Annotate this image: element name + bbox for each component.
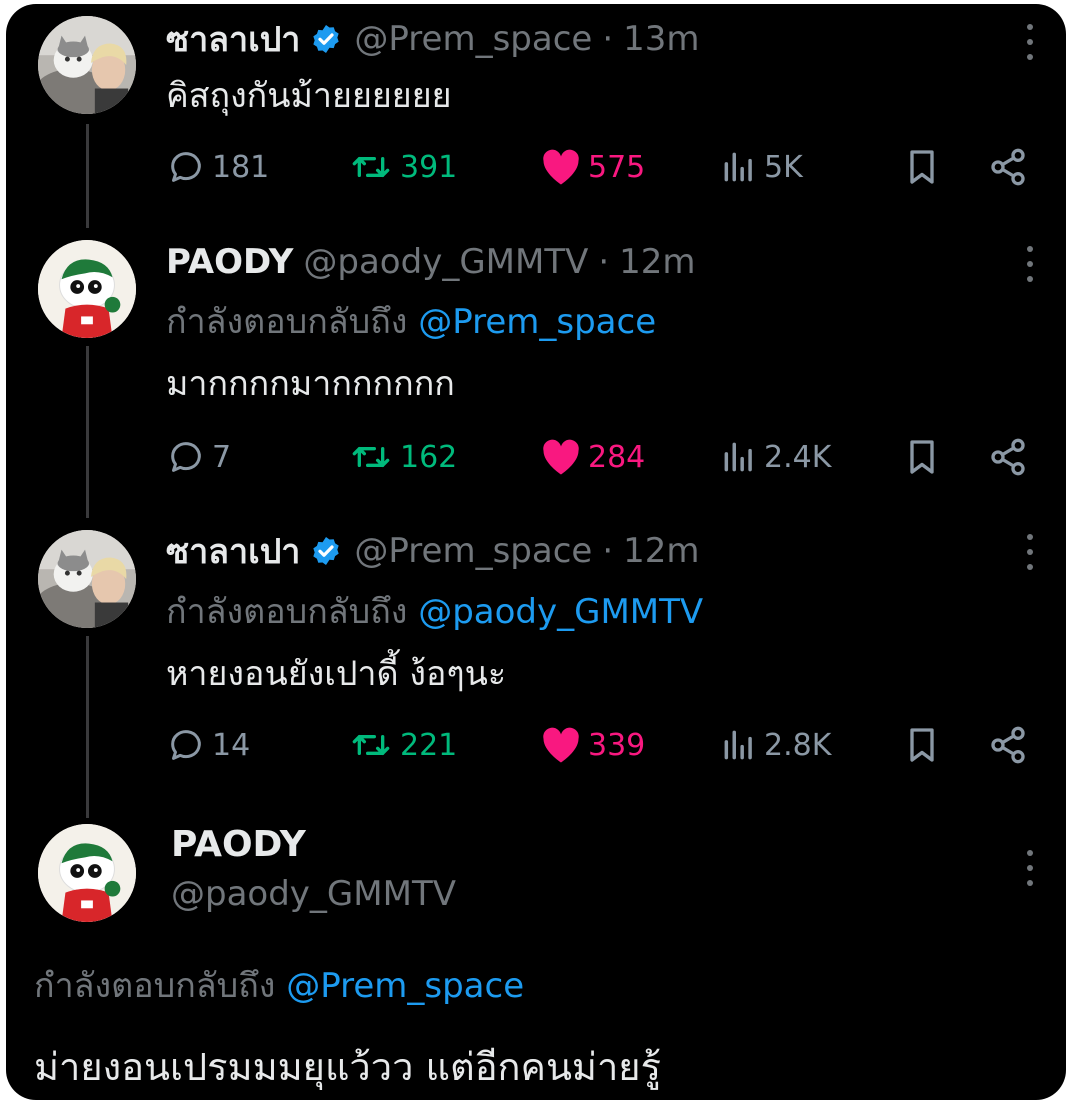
view-count: 2.4K xyxy=(764,439,832,475)
more-options-icon[interactable] xyxy=(1024,24,1036,60)
verified-badge-icon xyxy=(310,535,342,567)
share-icon xyxy=(991,148,1025,186)
bookmark-button[interactable] xyxy=(902,142,948,192)
tweet-header: PAODY @paody_GMMTV · 12m xyxy=(166,237,696,287)
timestamp[interactable]: 12m xyxy=(623,531,699,571)
bookmark-icon xyxy=(910,440,934,474)
mention-link[interactable]: @Prem_space xyxy=(418,302,656,342)
tweet-text: ม่ายงอนเปรมมมยุแว้วว แต่อีกคนม่ายรู้ xyxy=(34,1045,661,1089)
mention-link[interactable]: @paody_GMMTV xyxy=(418,592,703,632)
like-button[interactable]: 284 xyxy=(540,432,645,482)
tweet-text: มากกกกมากกกกกก xyxy=(166,364,455,404)
more-options-icon[interactable] xyxy=(1024,534,1036,570)
more-options-icon[interactable] xyxy=(1024,246,1036,282)
bookmark-icon xyxy=(910,150,934,184)
bookmark-button[interactable] xyxy=(902,432,948,482)
separator-dot: · xyxy=(602,19,614,59)
display-name[interactable]: ซาลาเปา xyxy=(166,12,300,66)
avatar[interactable] xyxy=(38,824,136,922)
heart-filled-icon xyxy=(543,439,579,475)
share-button[interactable] xyxy=(988,432,1034,482)
retweet-button[interactable]: 221 xyxy=(348,720,457,770)
tweet-thread-card: ซาลาเปา @Prem_space · 13m คิสถุงกันม้ายย… xyxy=(6,4,1066,1100)
bar-chart-icon xyxy=(724,442,752,472)
view-count: 5K xyxy=(764,149,803,185)
thread-line xyxy=(86,636,89,818)
handle[interactable]: @Prem_space xyxy=(354,19,592,59)
retweet-icon xyxy=(352,735,390,755)
views-button[interactable]: 2.4K xyxy=(720,432,831,482)
mascot-avatar-icon xyxy=(38,240,136,338)
display-name[interactable]: PAODY xyxy=(166,242,293,282)
reply-button[interactable]: 181 xyxy=(166,142,269,192)
like-button[interactable]: 575 xyxy=(540,142,645,192)
bar-chart-icon xyxy=(724,730,752,760)
views-button[interactable]: 2.8K xyxy=(720,720,831,770)
like-button[interactable]: 339 xyxy=(540,720,645,770)
tweet-text: คิสถุงกันม้ายยยยยย xyxy=(166,76,452,116)
bar-chart-icon xyxy=(724,152,752,182)
replying-to-label: กำลังตอบกลับถึง xyxy=(166,592,408,632)
timestamp[interactable]: 13m xyxy=(623,19,699,59)
retweet-count: 391 xyxy=(400,149,458,185)
heart-filled-icon xyxy=(543,727,579,763)
retweet-icon xyxy=(352,447,390,467)
tweet-actions: 14 221 339 2.8K xyxy=(166,720,1036,770)
like-count: 339 xyxy=(588,727,646,763)
timestamp[interactable]: 12m xyxy=(619,242,695,282)
like-count: 284 xyxy=(588,439,646,475)
mascot-avatar-icon xyxy=(38,824,136,922)
more-options-icon[interactable] xyxy=(1024,850,1036,886)
replying-to-label: กำลังตอบกลับถึง xyxy=(34,966,276,1006)
thread-line xyxy=(86,124,89,228)
tweet-actions: 7 162 284 2.4K xyxy=(166,432,1036,482)
view-count: 2.8K xyxy=(764,727,832,763)
like-count: 575 xyxy=(588,149,646,185)
replying-to: กำลังตอบกลับถึง @Prem_space xyxy=(34,958,524,1012)
bookmark-button[interactable] xyxy=(902,720,948,770)
speech-bubble-icon xyxy=(171,442,201,472)
replying-to: กำลังตอบกลับถึง @paody_GMMTV xyxy=(166,584,703,638)
bookmark-icon xyxy=(910,728,934,762)
verified-badge-icon xyxy=(310,23,342,55)
mention-link[interactable]: @Prem_space xyxy=(286,966,524,1006)
retweet-count: 162 xyxy=(400,439,458,475)
retweet-button[interactable]: 391 xyxy=(348,142,457,192)
reply-button[interactable]: 14 xyxy=(166,720,250,770)
tweet-header: ซาลาเปา @Prem_space · 13m xyxy=(166,14,700,64)
display-name[interactable]: PAODY xyxy=(171,824,306,865)
separator-dot: · xyxy=(602,531,614,571)
speech-bubble-icon xyxy=(171,152,201,182)
tweet-actions: 181 391 575 5K xyxy=(166,142,1036,192)
avatar[interactable] xyxy=(38,530,136,628)
handle[interactable]: @Prem_space xyxy=(354,531,592,571)
thread-line xyxy=(86,346,89,518)
heart-filled-icon xyxy=(543,149,579,185)
cat-and-person-photo-icon xyxy=(38,530,136,628)
separator-dot: · xyxy=(598,242,610,282)
reply-count: 181 xyxy=(212,149,270,185)
avatar[interactable] xyxy=(38,240,136,338)
views-button[interactable]: 5K xyxy=(720,142,803,192)
share-icon xyxy=(991,438,1025,476)
retweet-button[interactable]: 162 xyxy=(348,432,457,482)
handle[interactable]: @paody_GMMTV xyxy=(171,874,456,914)
display-name[interactable]: ซาลาเปา xyxy=(166,524,300,578)
replying-to-label: กำลังตอบกลับถึง xyxy=(166,302,408,342)
handle[interactable]: @paody_GMMTV xyxy=(303,242,588,282)
reply-count: 14 xyxy=(212,727,251,763)
tweet-header: ซาลาเปา @Prem_space · 12m xyxy=(166,526,700,576)
share-button[interactable] xyxy=(988,720,1034,770)
retweet-icon xyxy=(352,157,390,177)
reply-button[interactable]: 7 xyxy=(166,432,231,482)
replying-to: กำลังตอบกลับถึง @Prem_space xyxy=(166,294,656,348)
share-button[interactable] xyxy=(988,142,1034,192)
reply-count: 7 xyxy=(212,439,232,475)
retweet-count: 221 xyxy=(400,727,458,763)
speech-bubble-icon xyxy=(171,730,201,760)
avatar[interactable] xyxy=(38,16,136,114)
share-icon xyxy=(991,726,1025,764)
cat-and-person-photo-icon xyxy=(38,16,136,114)
tweet-text: หายงอนยังเปาดี้ ง้อๆนะ xyxy=(166,654,507,694)
